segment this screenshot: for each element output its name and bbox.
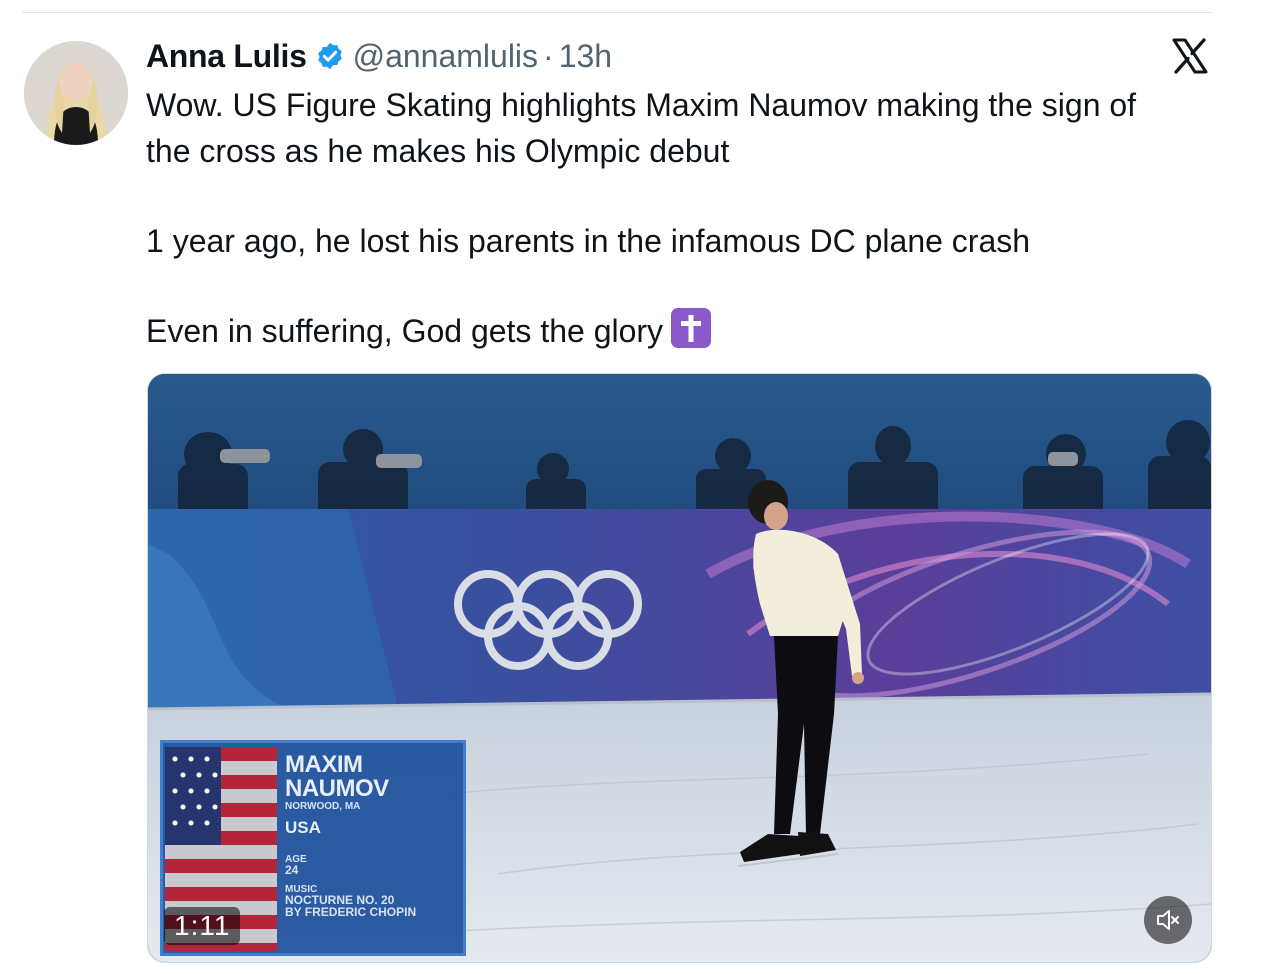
timestamp[interactable]: 13h xyxy=(559,38,612,75)
latin-cross-icon xyxy=(681,315,702,342)
x-logo-icon[interactable] xyxy=(1170,36,1210,76)
music-title: NOCTURNE NO. 20 xyxy=(285,893,395,907)
video-duration: 1:11 xyxy=(164,907,241,945)
age-value: 24 xyxy=(285,863,299,877)
avatar[interactable] xyxy=(24,41,128,145)
latin-cross-emoji xyxy=(671,308,712,348)
top-divider xyxy=(22,12,1212,13)
athlete-hometown: NORWOOD, MA xyxy=(285,801,361,812)
author-handle[interactable]: @annamlulis xyxy=(353,38,538,75)
tweet-text-line-4: Even in suffering, God gets the glory xyxy=(146,308,712,354)
athlete-name: MAXIM NAUMOV xyxy=(285,753,389,801)
verified-badge-icon xyxy=(317,42,342,70)
tweet-text-line-1: Wow. US Figure Skating highlights Maxim … xyxy=(146,87,1137,123)
athlete-last-name: NAUMOV xyxy=(285,775,389,802)
athlete-country: USA xyxy=(285,818,321,837)
tweet-text-line-3: 1 year ago, he lost his parents in the i… xyxy=(146,223,1031,259)
tweet-text-line-4-text: Even in suffering, God gets the glory xyxy=(146,313,664,349)
tweet-text-line-2: the cross as he makes his Olympic debut xyxy=(146,133,730,169)
tweet-header: Anna Lulis @annamlulis · 13h xyxy=(146,36,612,76)
avatar-image xyxy=(24,41,128,145)
author-name[interactable]: Anna Lulis xyxy=(146,38,307,75)
music-composer: BY FREDERIC CHOPIN xyxy=(285,905,417,919)
video-player[interactable]: MAXIM NAUMOV NORWOOD, MA USA AGE 24 MUSI… xyxy=(147,373,1212,963)
mute-button[interactable] xyxy=(1144,896,1192,944)
speaker-muted-icon xyxy=(1157,910,1179,930)
separator-dot: · xyxy=(543,37,554,74)
athlete-first-name: MAXIM xyxy=(285,751,363,778)
